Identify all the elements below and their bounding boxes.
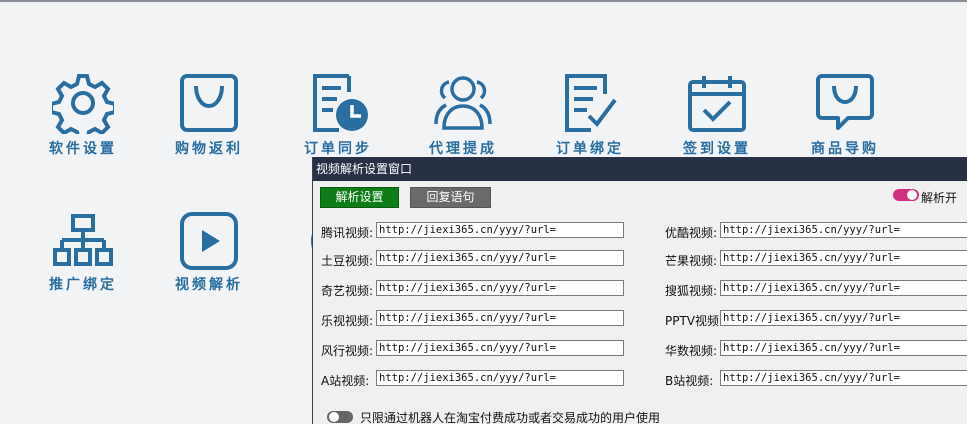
video-row: 土豆视频: <box>321 250 631 268</box>
chat-bag-icon <box>816 74 874 130</box>
tile-label: 签到设置 <box>683 141 751 157</box>
video-url-input[interactable] <box>376 310 624 326</box>
tile-video-parse[interactable]: 视频解析 <box>159 212 259 294</box>
video-source-label: 腾讯视频: <box>321 226 374 240</box>
toggle-knob <box>907 190 917 200</box>
tile-label: 商品导购 <box>811 141 879 157</box>
tile-label: 订单绑定 <box>556 141 624 157</box>
video-row: 优酷视频: <box>665 222 967 240</box>
tile-agent-commission[interactable]: 代理提成 <box>413 72 513 158</box>
tile-order-sync[interactable]: 订单同步 <box>288 72 388 158</box>
video-url-input[interactable] <box>376 222 624 238</box>
dialog-title: 视频解析设置窗口 <box>313 157 967 181</box>
order-check-icon <box>565 74 617 132</box>
video-source-label: 风行视频: <box>321 344 374 358</box>
tile-product-guide[interactable]: 商品导购 <box>795 72 895 158</box>
video-url-input[interactable] <box>720 340 967 356</box>
tile-label: 推广绑定 <box>49 277 117 293</box>
video-row: 搜狐视频: <box>665 280 967 298</box>
video-source-label: 奇艺视频: <box>321 284 374 298</box>
video-row: PPTV视频: <box>665 310 967 328</box>
video-url-input[interactable] <box>720 222 967 238</box>
video-url-input[interactable] <box>376 370 624 386</box>
video-url-input[interactable] <box>720 310 967 326</box>
video-row: B站视频: <box>665 370 967 388</box>
toggle-knob <box>329 412 339 422</box>
tile-label: 代理提成 <box>429 141 497 157</box>
video-row: 华数视频: <box>665 340 967 358</box>
tile-label: 视频解析 <box>175 277 243 293</box>
parse-enable-toggle[interactable] <box>893 189 919 201</box>
tile-promotion-binding[interactable]: 推广绑定 <box>33 212 133 294</box>
video-url-input[interactable] <box>376 250 624 266</box>
video-row: 芒果视频: <box>665 250 967 268</box>
paid-users-only-toggle[interactable] <box>327 411 353 423</box>
video-source-label: 芒果视频: <box>665 254 718 268</box>
video-source-label: 优酷视频: <box>665 226 718 240</box>
window-top-border <box>0 0 967 2</box>
video-url-input[interactable] <box>376 340 624 356</box>
video-row: 风行视频: <box>321 340 631 358</box>
video-source-label: PPTV视频: <box>665 314 724 328</box>
gear-icon <box>52 74 114 134</box>
tile-order-binding[interactable]: 订单绑定 <box>540 72 640 158</box>
video-row: 腾讯视频: <box>321 222 631 240</box>
tile-label: 软件设置 <box>49 141 117 157</box>
order-clock-icon <box>313 74 368 132</box>
video-url-input[interactable] <box>720 370 967 386</box>
shopping-bag-icon <box>180 74 238 132</box>
video-source-label: 土豆视频: <box>321 254 374 268</box>
video-source-label: B站视频: <box>665 374 714 388</box>
video-source-label: A站视频: <box>321 374 370 388</box>
parse-settings-button[interactable]: 解析设置 <box>320 187 399 208</box>
video-row: A站视频: <box>321 370 631 388</box>
video-url-input[interactable] <box>376 280 624 296</box>
video-url-input[interactable] <box>720 280 967 296</box>
tile-software-settings[interactable]: 软件设置 <box>33 72 133 158</box>
video-row: 乐视视频: <box>321 310 631 328</box>
agents-icon <box>434 76 492 130</box>
video-row: 奇艺视频: <box>321 280 631 298</box>
org-chart-icon <box>53 214 113 266</box>
tile-checkin-settings[interactable]: 签到设置 <box>667 72 767 158</box>
video-source-label: 华数视频: <box>665 344 718 358</box>
tile-shopping-rebate[interactable]: 购物返利 <box>159 72 259 158</box>
video-url-input[interactable] <box>720 250 967 266</box>
parse-enable-label: 解析开 <box>921 191 958 205</box>
paid-users-only-label: 只限通过机器人在淘宝付费成功或者交易成功的用户使用 <box>360 411 661 424</box>
tile-label: 购物返利 <box>175 141 243 157</box>
play-icon <box>180 212 238 270</box>
video-source-label: 乐视视频: <box>321 314 374 328</box>
reply-text-button[interactable]: 回复语句 <box>410 187 491 208</box>
video-parse-settings-dialog: 视频解析设置窗口 解析设置 回复语句 解析开 腾讯视频: 土豆视频: 奇艺视频:… <box>312 157 967 424</box>
tile-label: 订单同步 <box>304 141 372 157</box>
calendar-check-icon <box>688 76 746 132</box>
video-source-label: 搜狐视频: <box>665 284 718 298</box>
